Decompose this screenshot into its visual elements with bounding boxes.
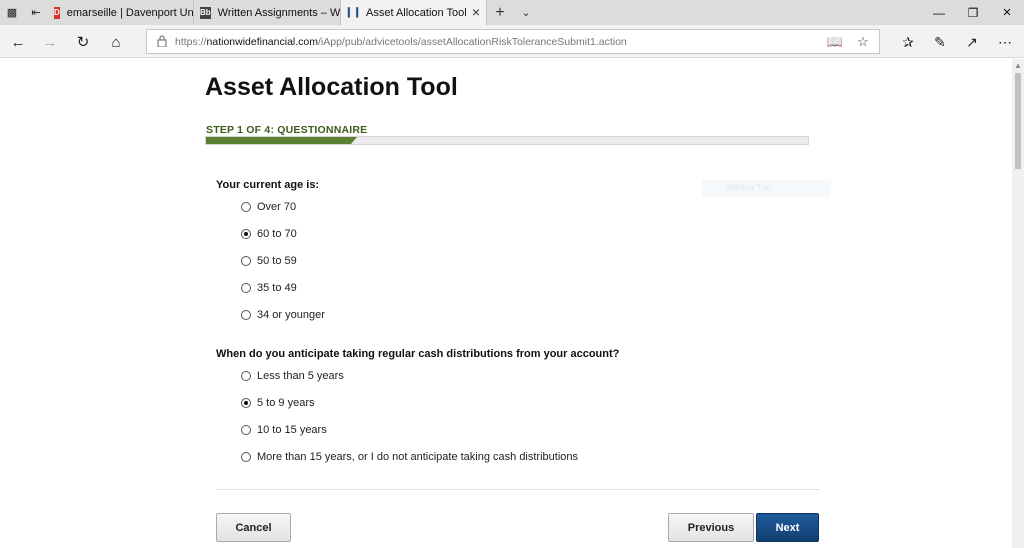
option-less-than-5-years[interactable]: Less than 5 years [241, 370, 344, 382]
question-age: Your current age is: [216, 179, 320, 191]
page-content: Asset Allocation Tool STEP 1 OF 4: QUEST… [0, 59, 1024, 548]
url-scheme: https:// [175, 36, 207, 48]
option-label: 5 to 9 years [257, 397, 315, 409]
nationwide-favicon-icon: ❙❙ [344, 7, 362, 18]
chevron-down-icon[interactable]: ⌄ [513, 0, 539, 25]
tab-label: Written Assignments – Win [217, 6, 341, 19]
radio-button[interactable] [241, 310, 251, 320]
option-label: 10 to 15 years [257, 424, 327, 436]
option-over-70[interactable]: Over 70 [241, 201, 296, 213]
option-34-or-younger[interactable]: 34 or younger [241, 309, 325, 321]
option-label: Less than 5 years [257, 370, 344, 382]
davenport-favicon-icon: D [54, 6, 60, 19]
browser-navbar: ← → ↻ ⌂ https://nationwidefinancial.com/… [0, 25, 1024, 58]
radio-button[interactable] [241, 371, 251, 381]
refresh-icon[interactable]: ↻ [73, 32, 93, 52]
page-title: Asset Allocation Tool [205, 73, 458, 101]
progress-tip [351, 137, 357, 144]
restore-icon[interactable]: ❐ [956, 0, 990, 25]
lock-icon [157, 35, 167, 47]
step-label: STEP 1 OF 4: QUESTIONNAIRE [206, 124, 368, 136]
radio-button[interactable] [241, 283, 251, 293]
scroll-up-icon[interactable]: ▲ [1014, 61, 1022, 70]
radio-button[interactable] [241, 398, 251, 408]
option-label: 35 to 49 [257, 282, 297, 294]
option-5-to-9-years[interactable]: 5 to 9 years [241, 397, 314, 409]
option-label: More than 15 years, or I do not anticipa… [257, 451, 579, 463]
radio-button[interactable] [241, 229, 251, 239]
progress-fill [206, 137, 351, 144]
minimize-icon[interactable]: — [922, 0, 956, 25]
faint-overlay-text: Window Tray [726, 183, 773, 192]
radio-button[interactable] [241, 452, 251, 462]
option-60-to-70[interactable]: 60 to 70 [241, 228, 297, 240]
option-35-to-49[interactable]: 35 to 49 [241, 282, 297, 294]
url-host: nationwidefinancial.com [206, 36, 318, 48]
url-text: https://nationwidefinancial.com/iApp/pub… [175, 36, 627, 48]
next-button[interactable]: Next [756, 513, 819, 542]
tab-actions-icon[interactable]: ▩ [0, 0, 24, 25]
option-50-to-59[interactable]: 50 to 59 [241, 255, 297, 267]
option-label: 50 to 59 [257, 255, 297, 267]
cancel-button[interactable]: Cancel [216, 513, 291, 542]
set-tabs-aside-icon[interactable]: ⇤ [24, 0, 48, 25]
close-tab-icon[interactable]: × [472, 5, 480, 19]
url-path: /iApp/pub/advicetools/assetAllocationRis… [318, 36, 627, 48]
faint-overlay-widget: Window Tray [702, 180, 831, 197]
tab-written-assignments[interactable]: Bb Written Assignments – Win [194, 0, 341, 25]
option-10-to-15-years[interactable]: 10 to 15 years [241, 424, 327, 436]
blackboard-favicon-icon: Bb [200, 6, 211, 19]
option-label: 34 or younger [257, 309, 325, 321]
pen-icon[interactable]: ✎ [930, 32, 950, 52]
tab-label: emarseille | Davenport Univ [66, 6, 194, 19]
favorite-star-icon[interactable]: ☆ [855, 34, 871, 50]
more-icon[interactable]: ⋯ [995, 32, 1015, 52]
previous-button[interactable]: Previous [668, 513, 754, 542]
tab-davenport[interactable]: D emarseille | Davenport Univ [48, 0, 194, 25]
page-scrollbar[interactable]: ▲ [1012, 59, 1024, 548]
divider [216, 489, 819, 490]
option-label: 60 to 70 [257, 228, 297, 240]
window-close-icon[interactable]: × [990, 0, 1024, 25]
option-label: Over 70 [257, 201, 297, 213]
window-controls: — ❐ × [922, 0, 1024, 25]
forward-icon[interactable]: → [40, 32, 60, 52]
tab-label: Asset Allocation Tool [366, 6, 467, 19]
favorites-hub-icon[interactable]: ✰ [898, 32, 918, 52]
question-distributions: When do you anticipate taking regular ca… [216, 348, 620, 360]
scrollbar-thumb[interactable] [1015, 73, 1021, 169]
browser-tab-strip: ▩ ⇤ D emarseille | Davenport Univ Bb Wri… [0, 0, 1024, 25]
share-icon[interactable]: ↗ [962, 32, 982, 52]
radio-button[interactable] [241, 202, 251, 212]
tab-asset-allocation[interactable]: ❙❙ Asset Allocation Tool × [341, 0, 487, 25]
option-more-than-15-years[interactable]: More than 15 years, or I do not anticipa… [241, 451, 578, 463]
reading-view-icon[interactable]: 📖 [827, 34, 843, 50]
radio-button[interactable] [241, 425, 251, 435]
home-icon[interactable]: ⌂ [106, 32, 126, 52]
radio-button[interactable] [241, 256, 251, 266]
address-bar[interactable]: https://nationwidefinancial.com/iApp/pub… [146, 29, 880, 54]
back-icon[interactable]: ← [8, 32, 28, 52]
progress-bar [205, 136, 809, 145]
new-tab-icon[interactable]: + [487, 0, 513, 25]
